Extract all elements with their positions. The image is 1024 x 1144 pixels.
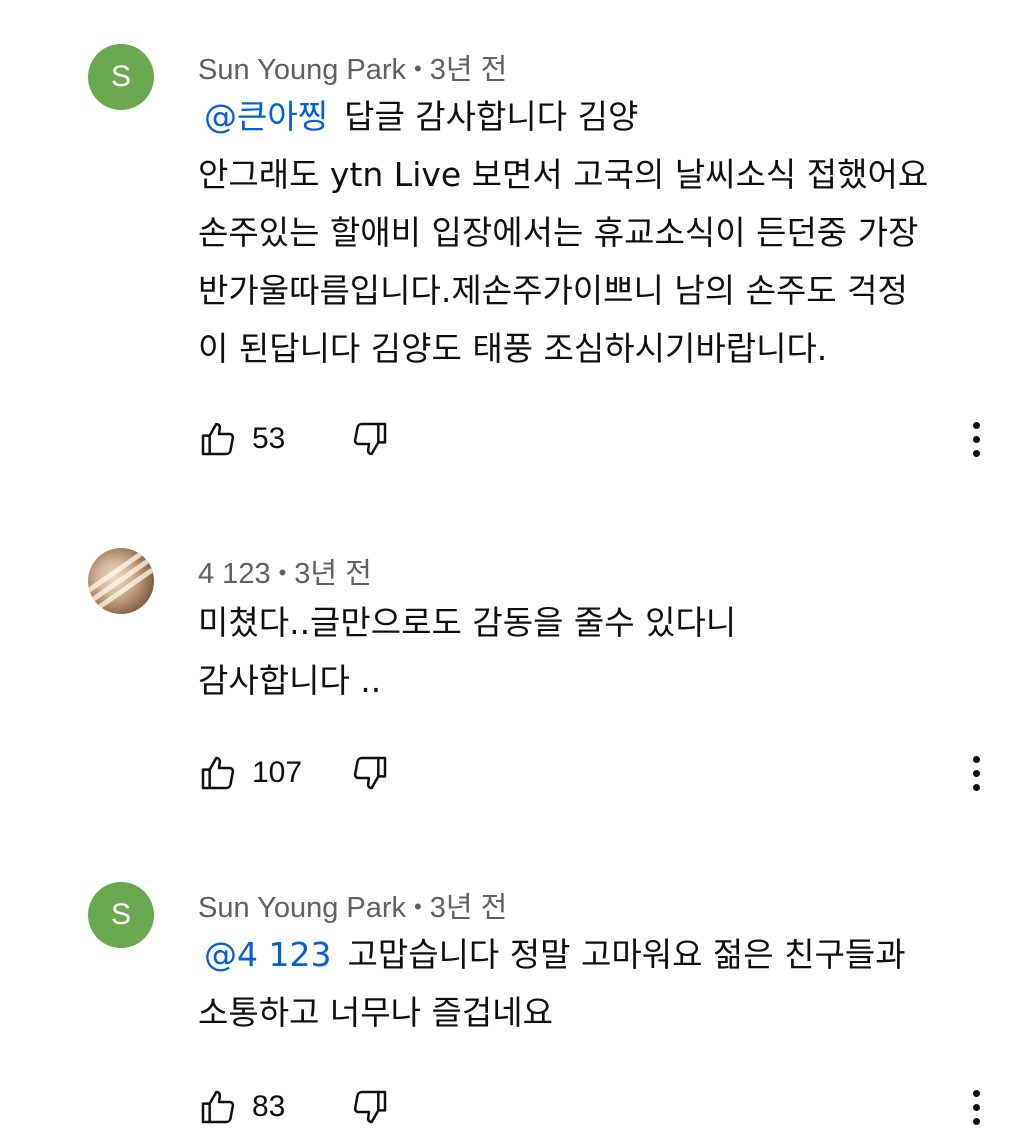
comment-meta: Sun Young Park • 3년 전 <box>198 46 507 88</box>
comment-author[interactable]: Sun Young Park <box>198 54 406 86</box>
thumb-up-icon <box>201 756 235 790</box>
comment-line: 손주있는 할애비 입장에서는 휴교소식이 든던중 가장 <box>198 213 919 252</box>
comment-line: @4 123 고맙습니다 정말 고마워요 젊은 친구들과 <box>198 926 988 984</box>
thumb-up-icon <box>201 1090 235 1124</box>
like-count: 83 <box>252 1090 286 1123</box>
like-count: 107 <box>252 756 303 789</box>
comment-line: 감사합니다 .. <box>198 661 382 700</box>
avatar[interactable] <box>88 548 154 614</box>
comment-time: 3년 전 <box>429 892 508 924</box>
avatar-letter: S <box>110 60 131 93</box>
comment-line: 소통하고 너무나 즐겁네요 <box>198 993 553 1032</box>
more-vertical-icon <box>972 755 980 763</box>
thumb-down-icon <box>353 422 387 456</box>
more-actions-button[interactable] <box>958 1082 994 1132</box>
more-actions-button[interactable] <box>958 748 994 798</box>
comment-time: 3년 전 <box>294 558 372 590</box>
meta-separator: • <box>414 894 422 919</box>
more-vertical-icon <box>972 421 980 429</box>
comment-author[interactable]: 4 123 <box>198 558 271 590</box>
comment-line: 미쳤다..글만으로도 감동을 줄수 있다니 <box>198 603 737 642</box>
mention-link[interactable]: @4 123 <box>204 935 331 974</box>
comment-line: 이 된답니다 김양도 태풍 조심하시기바랍니다. <box>198 329 828 368</box>
dislike-button[interactable] <box>350 1082 390 1132</box>
comment-meta: Sun Young Park • 3년 전 <box>198 884 507 926</box>
thumb-up-icon <box>201 422 235 456</box>
avatar[interactable]: S <box>88 44 154 110</box>
comment-author[interactable]: Sun Young Park <box>198 892 406 924</box>
comment-actions: 107 <box>198 748 998 798</box>
comment-first-line: 답글 감사합니다 김양 <box>344 97 639 136</box>
comment-text: @큰아찡 답글 감사합니다 김양 안그래도 ytn Live 보면서 고국의 날씨… <box>198 88 988 378</box>
thumb-down-icon <box>353 1090 387 1124</box>
comment-text: @4 123 고맙습니다 정말 고마워요 젊은 친구들과 소통하고 너무나 즐겁네… <box>198 926 988 1042</box>
comment-text: 미쳤다..글만으로도 감동을 줄수 있다니 감사합니다 .. <box>198 594 988 710</box>
comment-first-line: 고맙습니다 정말 고마워요 젊은 친구들과 <box>347 935 906 974</box>
comment-meta: 4 123 • 3년 전 <box>198 550 372 592</box>
comment-time: 3년 전 <box>429 54 508 86</box>
avatar[interactable]: S <box>88 882 154 948</box>
like-button[interactable]: 107 <box>198 748 302 798</box>
dislike-button[interactable] <box>350 414 390 464</box>
meta-separator: • <box>278 560 287 585</box>
comment-line: @큰아찡 답글 감사합니다 김양 <box>198 88 988 146</box>
thumb-down-icon <box>353 756 387 790</box>
more-actions-button[interactable] <box>958 414 994 464</box>
comment-actions: 53 <box>198 414 998 464</box>
like-count: 53 <box>252 422 286 455</box>
like-button[interactable]: 83 <box>198 1082 285 1132</box>
comment-actions: 83 <box>198 1082 998 1132</box>
comment-line: 안그래도 ytn Live 보면서 고국의 날씨소식 접했어요 <box>198 155 929 194</box>
meta-separator: • <box>414 56 422 81</box>
comment-line: 반가울따름입니다.제손주가이쁘니 남의 손주도 걱정 <box>198 271 908 310</box>
mention-link[interactable]: @큰아찡 <box>204 97 328 136</box>
like-button[interactable]: 53 <box>198 414 285 464</box>
avatar-letter: S <box>110 898 131 931</box>
more-vertical-icon <box>972 1089 980 1097</box>
dislike-button[interactable] <box>350 748 390 798</box>
